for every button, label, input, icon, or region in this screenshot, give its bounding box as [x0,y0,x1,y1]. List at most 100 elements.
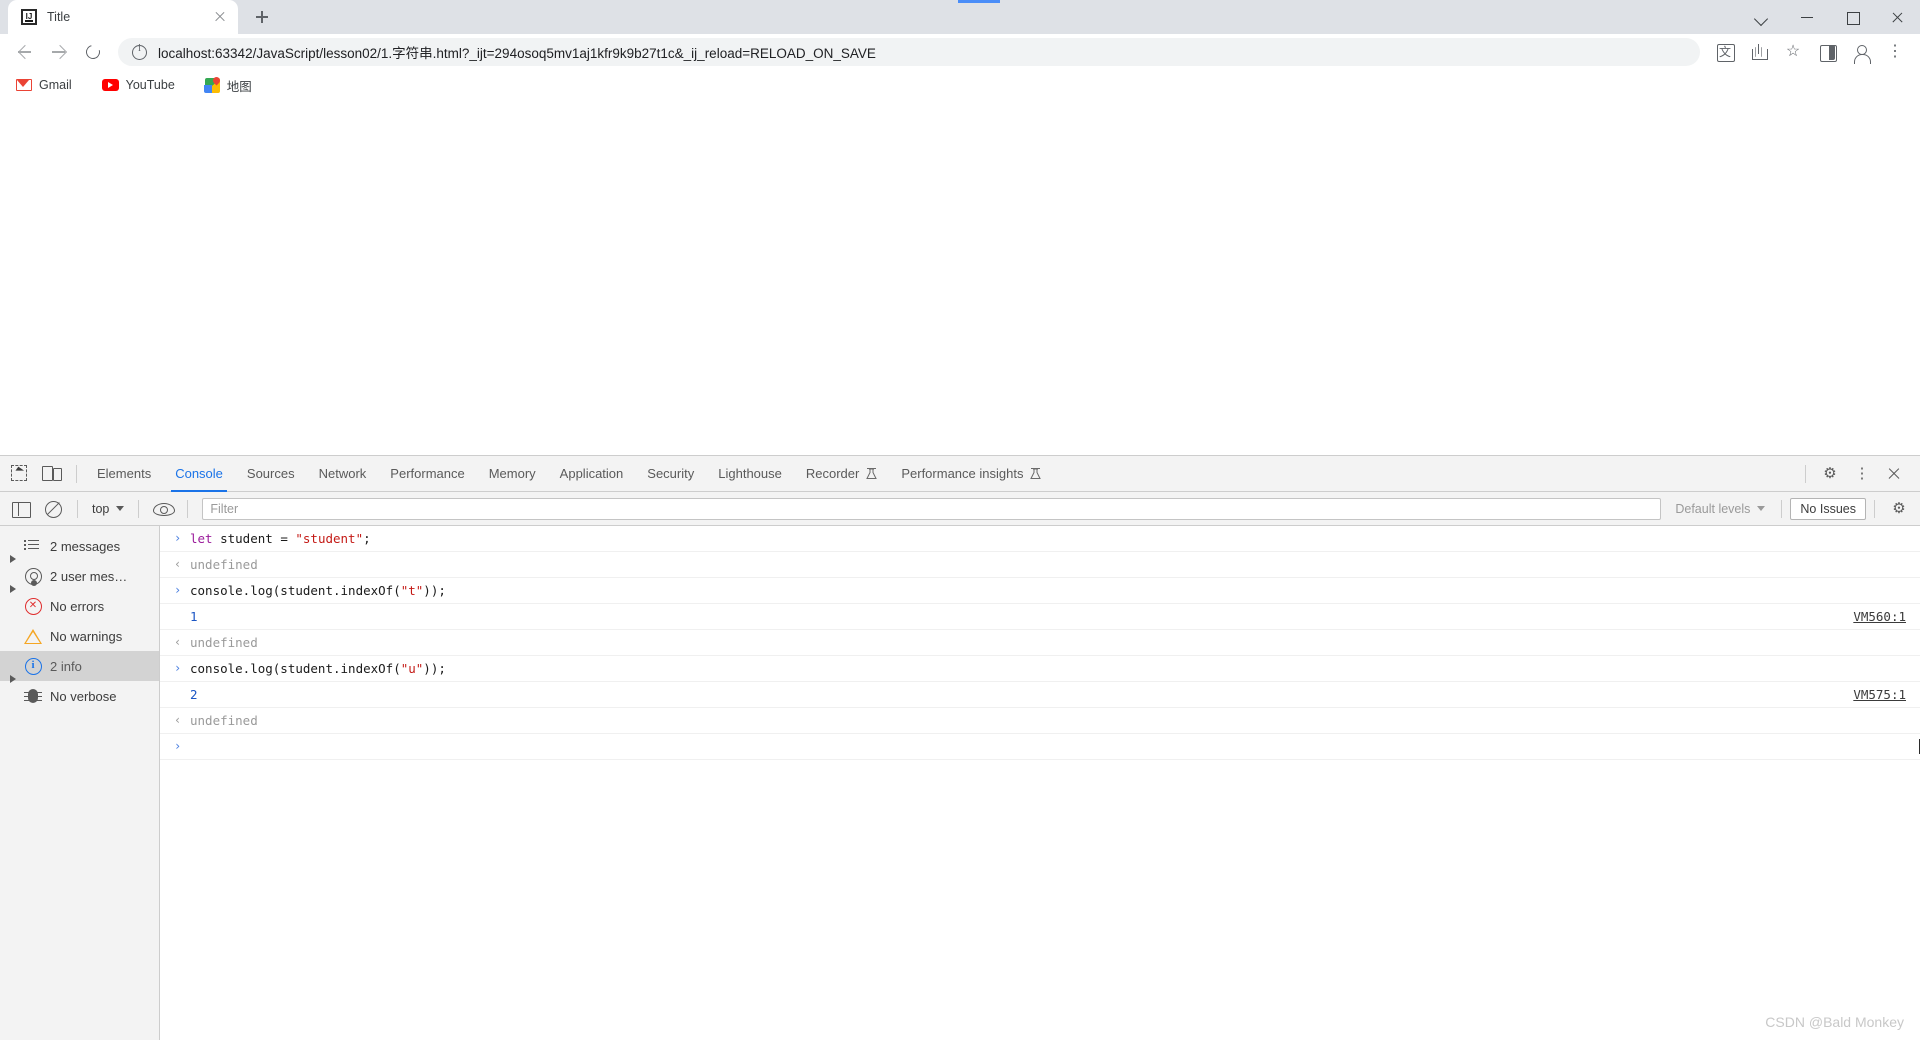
devtools-tab-performance-insights[interactable]: Performance insights [889,456,1053,492]
devtools-tab-console[interactable]: Console [163,456,235,492]
chevron-down-icon [116,506,125,511]
devtools-tab-label: Recorder [805,465,860,481]
console-sidebar-toggle-icon[interactable] [7,495,35,523]
chrome-menu-icon[interactable]: ⋮ [1880,37,1910,67]
devtools-tab-application[interactable]: Application [548,456,636,492]
code-token: undefined [190,557,258,572]
console-message-text: let student = "student"; [190,526,1920,551]
share-icon[interactable] [1744,37,1774,67]
settings-gear-icon[interactable]: ⚙ [1816,460,1844,488]
devtools-tab-performance[interactable]: Performance [378,456,476,492]
close-tab-icon[interactable] [212,9,228,25]
address-bar[interactable]: localhost:63342/JavaScript/lesson02/1.字符… [118,38,1700,66]
console-sidebar-item[interactable]: No errors [0,591,159,621]
side-panel-icon[interactable] [1812,37,1842,67]
clear-console-icon[interactable] [39,495,67,523]
devtools-tab-bar: Elements Console Sources Network Performance… [0,456,1920,492]
bookmark-gmail[interactable]: Gmail [10,75,78,95]
console-message-output[interactable]: ‹ undefined [160,630,1920,656]
console-sidebar-item-label: 2 info [50,658,82,674]
console-message-output[interactable]: ‹ undefined [160,708,1920,734]
console-sidebar-item[interactable]: No warnings [0,621,159,651]
output-arrow-icon: ‹ [174,635,182,649]
code-token: 1 [190,609,198,624]
issues-button[interactable]: No Issues [1790,497,1866,520]
code-token: console.log(student.indexOf( [190,661,401,676]
watermark: CSDN @Bald Monkey [1765,1014,1904,1030]
console-toolbar: top Filter Default levels No Issues ⚙ [0,492,1920,526]
console-sidebar-item-label: 2 user mes… [50,568,128,584]
code-token: "t" [400,583,424,598]
console-sidebar-item[interactable]: No verbose [0,681,159,711]
minimize-button[interactable] [1785,0,1830,34]
bookmark-maps[interactable]: 地图 [199,73,258,98]
devtools-tab-label: Performance [390,465,465,481]
source-link[interactable]: VM560:1 [1853,604,1920,629]
maximize-button[interactable] [1830,0,1875,34]
console-message-text: undefined [190,708,1920,733]
source-link[interactable]: VM575:1 [1853,682,1920,707]
bug-icon [22,685,44,707]
output-arrow-icon: ‹ [174,557,182,571]
console-message-list[interactable]: › let student = "student"; ‹ undefined › cons… [160,526,1920,1040]
toolbar-right-icons: ☆ ⋮ [1708,37,1912,67]
console-message-output[interactable]: ‹ undefined [160,552,1920,578]
devtools-tab-label: Sources [246,465,295,481]
inspect-element-icon[interactable] [6,460,34,488]
close-devtools-icon[interactable] [1880,460,1908,488]
browser-toolbar: localhost:63342/JavaScript/lesson02/1.字符… [0,34,1920,70]
forward-arrow-icon[interactable] [44,37,74,67]
close-window-button[interactable] [1875,0,1920,34]
reload-icon[interactable] [78,37,108,67]
input-prompt-icon: › [174,661,182,675]
console-message-text: 1 [190,604,1853,629]
devtools-tab-recorder[interactable]: Recorder [794,456,889,492]
devtools-tab-memory[interactable]: Memory [477,456,548,492]
log-levels-selector[interactable]: Default levels [1667,498,1773,520]
input-prompt-icon: › [174,583,182,597]
code-token: )); [423,583,446,598]
code-token: 2 [190,687,198,702]
console-message-log[interactable]: 2 VM575:1 [160,682,1920,708]
more-options-icon[interactable]: ⋮ [1848,460,1876,488]
devtools-tab-security[interactable]: Security [635,456,706,492]
console-message-input[interactable]: › console.log(student.indexOf("t")); [160,578,1920,604]
console-message-text: 2 [190,682,1853,707]
console-sidebar-item[interactable]: 2 user mes… [0,561,159,593]
console-prompt[interactable]: › [160,734,1920,760]
devtools-tab-elements[interactable]: Elements [85,456,163,492]
console-message-input[interactable]: › console.log(student.indexOf("u")); [160,656,1920,682]
translate-icon[interactable] [1710,37,1740,67]
new-tab-button[interactable] [248,3,276,31]
bookmark-star-icon[interactable]: ☆ [1778,37,1808,67]
devtools-tab-label: Security [647,465,695,481]
execution-context-selector[interactable]: top [86,498,130,520]
back-arrow-icon[interactable] [10,37,40,67]
profile-avatar-icon[interactable] [1846,37,1876,67]
device-toolbar-icon[interactable] [38,460,66,488]
filter-input[interactable]: Filter [202,497,1662,520]
bookmarks-bar: Gmail YouTube 地图 [0,70,1920,100]
devtools-tab-label: Lighthouse [718,465,782,481]
devtools-panel: Elements Console Sources Network Performance… [0,455,1920,1040]
console-message-text: undefined [190,630,1920,655]
devtools-tab-network[interactable]: Network [307,456,379,492]
devtools-tab-sources[interactable]: Sources [235,456,307,492]
console-message-log[interactable]: 1 VM560:1 [160,604,1920,630]
live-expression-eye-icon[interactable] [149,495,177,523]
console-message-input[interactable]: › let student = "student"; [160,526,1920,552]
devtools-tab-lighthouse[interactable]: Lighthouse [706,456,794,492]
console-settings-gear-icon[interactable]: ⚙ [1885,495,1913,523]
google-maps-icon [203,77,220,93]
list-icon [22,535,44,557]
console-sidebar-item-label: No warnings [50,628,123,644]
browser-tab[interactable]: IJ Title [8,0,238,34]
chevron-down-icon[interactable] [1740,0,1785,34]
chevron-down-icon [1757,506,1766,511]
console-sidebar-item[interactable]: 2 messages [0,531,159,563]
console-sidebar-item[interactable]: 2 info [0,651,159,683]
bookmark-youtube[interactable]: YouTube [96,75,181,95]
code-token: undefined [190,635,258,650]
site-info-icon[interactable] [132,43,147,60]
